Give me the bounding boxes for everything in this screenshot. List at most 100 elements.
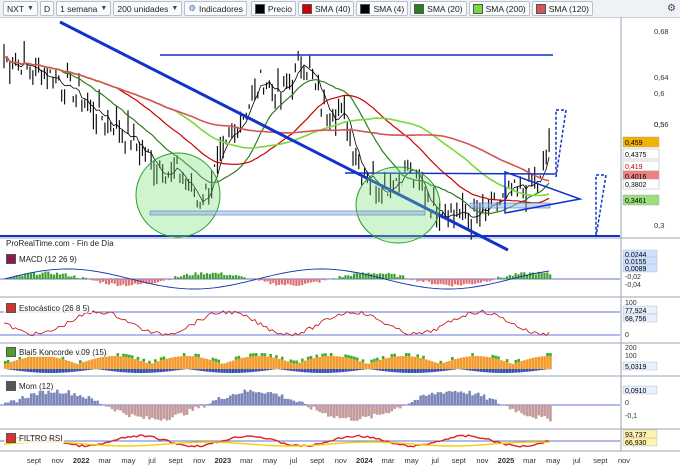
mom-bar [24, 398, 27, 405]
koncorde-orange [385, 358, 388, 369]
koncorde-blue [209, 369, 212, 372]
mom-bar [451, 392, 454, 405]
koncorde-orange [10, 362, 13, 369]
koncorde-blue [373, 369, 376, 370]
koncorde-label[interactable]: Blai5 Koncorde v.09 (15) [4, 347, 108, 357]
mom-bar [4, 403, 7, 405]
koncorde-orange [203, 358, 206, 369]
koncorde-orange [249, 357, 252, 369]
mom-bar [434, 394, 437, 405]
koncorde-orange [474, 356, 477, 369]
legend-item[interactable]: Precio [251, 1, 296, 16]
macd-bar [465, 279, 467, 284]
mom-bar [131, 405, 134, 414]
macd-bar [405, 278, 407, 279]
mom-bar [520, 405, 523, 413]
koncorde-blue [339, 369, 342, 372]
x-axis-label: mar [98, 456, 111, 465]
koncorde-orange [243, 357, 246, 369]
koncorde-blue [203, 369, 206, 371]
mom-bar [79, 395, 82, 405]
x-axis-label: mar [523, 456, 536, 465]
x-axis-label: nov [193, 456, 205, 465]
mom-bar [408, 404, 411, 405]
koncorde-green [373, 359, 376, 362]
legend-item[interactable]: SMA (120) [532, 1, 593, 16]
units-selector[interactable]: 200 unidades ▼ [113, 1, 182, 16]
mom-bar [382, 405, 385, 414]
koncorde-blue [370, 369, 373, 370]
mom-bar [399, 405, 402, 408]
koncorde-blue [517, 369, 520, 372]
koncorde-blue [425, 369, 428, 373]
rsi-label[interactable]: FILTRO RSI [4, 433, 64, 443]
koncorde-green [546, 353, 549, 356]
macd-bar [468, 279, 470, 284]
legend-item[interactable]: SMA (4) [356, 1, 408, 16]
mom-bar [229, 396, 232, 405]
macd-bar [177, 277, 179, 279]
indicators-button[interactable]: ⚙ Indicadores [184, 1, 247, 16]
koncorde-orange [140, 361, 143, 369]
mom-bar [486, 400, 489, 405]
koncorde-blue [53, 369, 56, 373]
macd-bar [174, 276, 176, 279]
macd-bar [243, 277, 245, 279]
macd-label[interactable]: MACD (12 26 9) [4, 254, 79, 264]
macd-bar [119, 279, 121, 286]
stoch-label[interactable]: Estocástico (26 8 5) [4, 303, 92, 313]
mom-bar [290, 400, 293, 405]
legend-item[interactable]: SMA (200) [469, 1, 530, 16]
macd-bar [30, 273, 32, 279]
mom-bar [414, 400, 417, 405]
koncorde-blue [379, 369, 382, 371]
macd-bar [168, 279, 170, 280]
pattern-circle [136, 153, 220, 237]
legend-item[interactable]: SMA (20) [410, 1, 466, 16]
koncorde-orange [128, 358, 131, 369]
koncorde-orange [30, 357, 33, 369]
x-axis-label: sept [310, 456, 325, 465]
koncorde-orange [264, 356, 267, 369]
legend-item[interactable]: SMA (40) [298, 1, 354, 16]
koncorde-orange [166, 359, 169, 369]
koncorde-orange [215, 362, 218, 369]
macd-bar [483, 279, 485, 281]
koncorde-orange [365, 363, 368, 369]
symbol-selector[interactable]: NXT ▼ [3, 1, 38, 16]
koncorde-green [160, 357, 163, 360]
macd-bar [471, 279, 473, 284]
mom-bar [356, 405, 359, 421]
koncorde-green [393, 354, 396, 357]
macd-bar [341, 277, 343, 279]
d-button[interactable]: D [40, 1, 54, 16]
koncorde-blue [261, 369, 264, 371]
macd-bar [549, 274, 551, 279]
mom-bar [168, 405, 171, 420]
koncorde-blue [122, 369, 125, 372]
x-axis-label: jul [147, 456, 156, 465]
koncorde-orange [382, 359, 385, 369]
mom-bar [388, 405, 391, 413]
chevron-down-icon: ▼ [100, 5, 107, 12]
settings-icon[interactable]: ⚙ [667, 3, 676, 14]
macd-bar [489, 279, 491, 282]
macd-bar [194, 272, 196, 279]
koncorde-green [295, 361, 298, 364]
x-axis-label: 2025 [498, 456, 515, 465]
koncorde-blue [483, 369, 486, 372]
koncorde-blue [390, 369, 393, 372]
macd-bar [91, 279, 93, 280]
mom-bar [125, 405, 128, 415]
koncorde-blue [85, 369, 88, 370]
mom-label[interactable]: Mom (12) [4, 381, 55, 391]
mom-bar [191, 405, 194, 411]
koncorde-blue [431, 369, 434, 372]
koncorde-blue [177, 369, 180, 370]
koncorde-orange [125, 357, 128, 369]
koncorde-blue [428, 369, 431, 372]
koncorde-blue [108, 369, 111, 371]
koncorde-green [131, 355, 134, 358]
d-button-label: D [44, 4, 50, 14]
period-selector[interactable]: 1 semana ▼ [56, 1, 111, 16]
